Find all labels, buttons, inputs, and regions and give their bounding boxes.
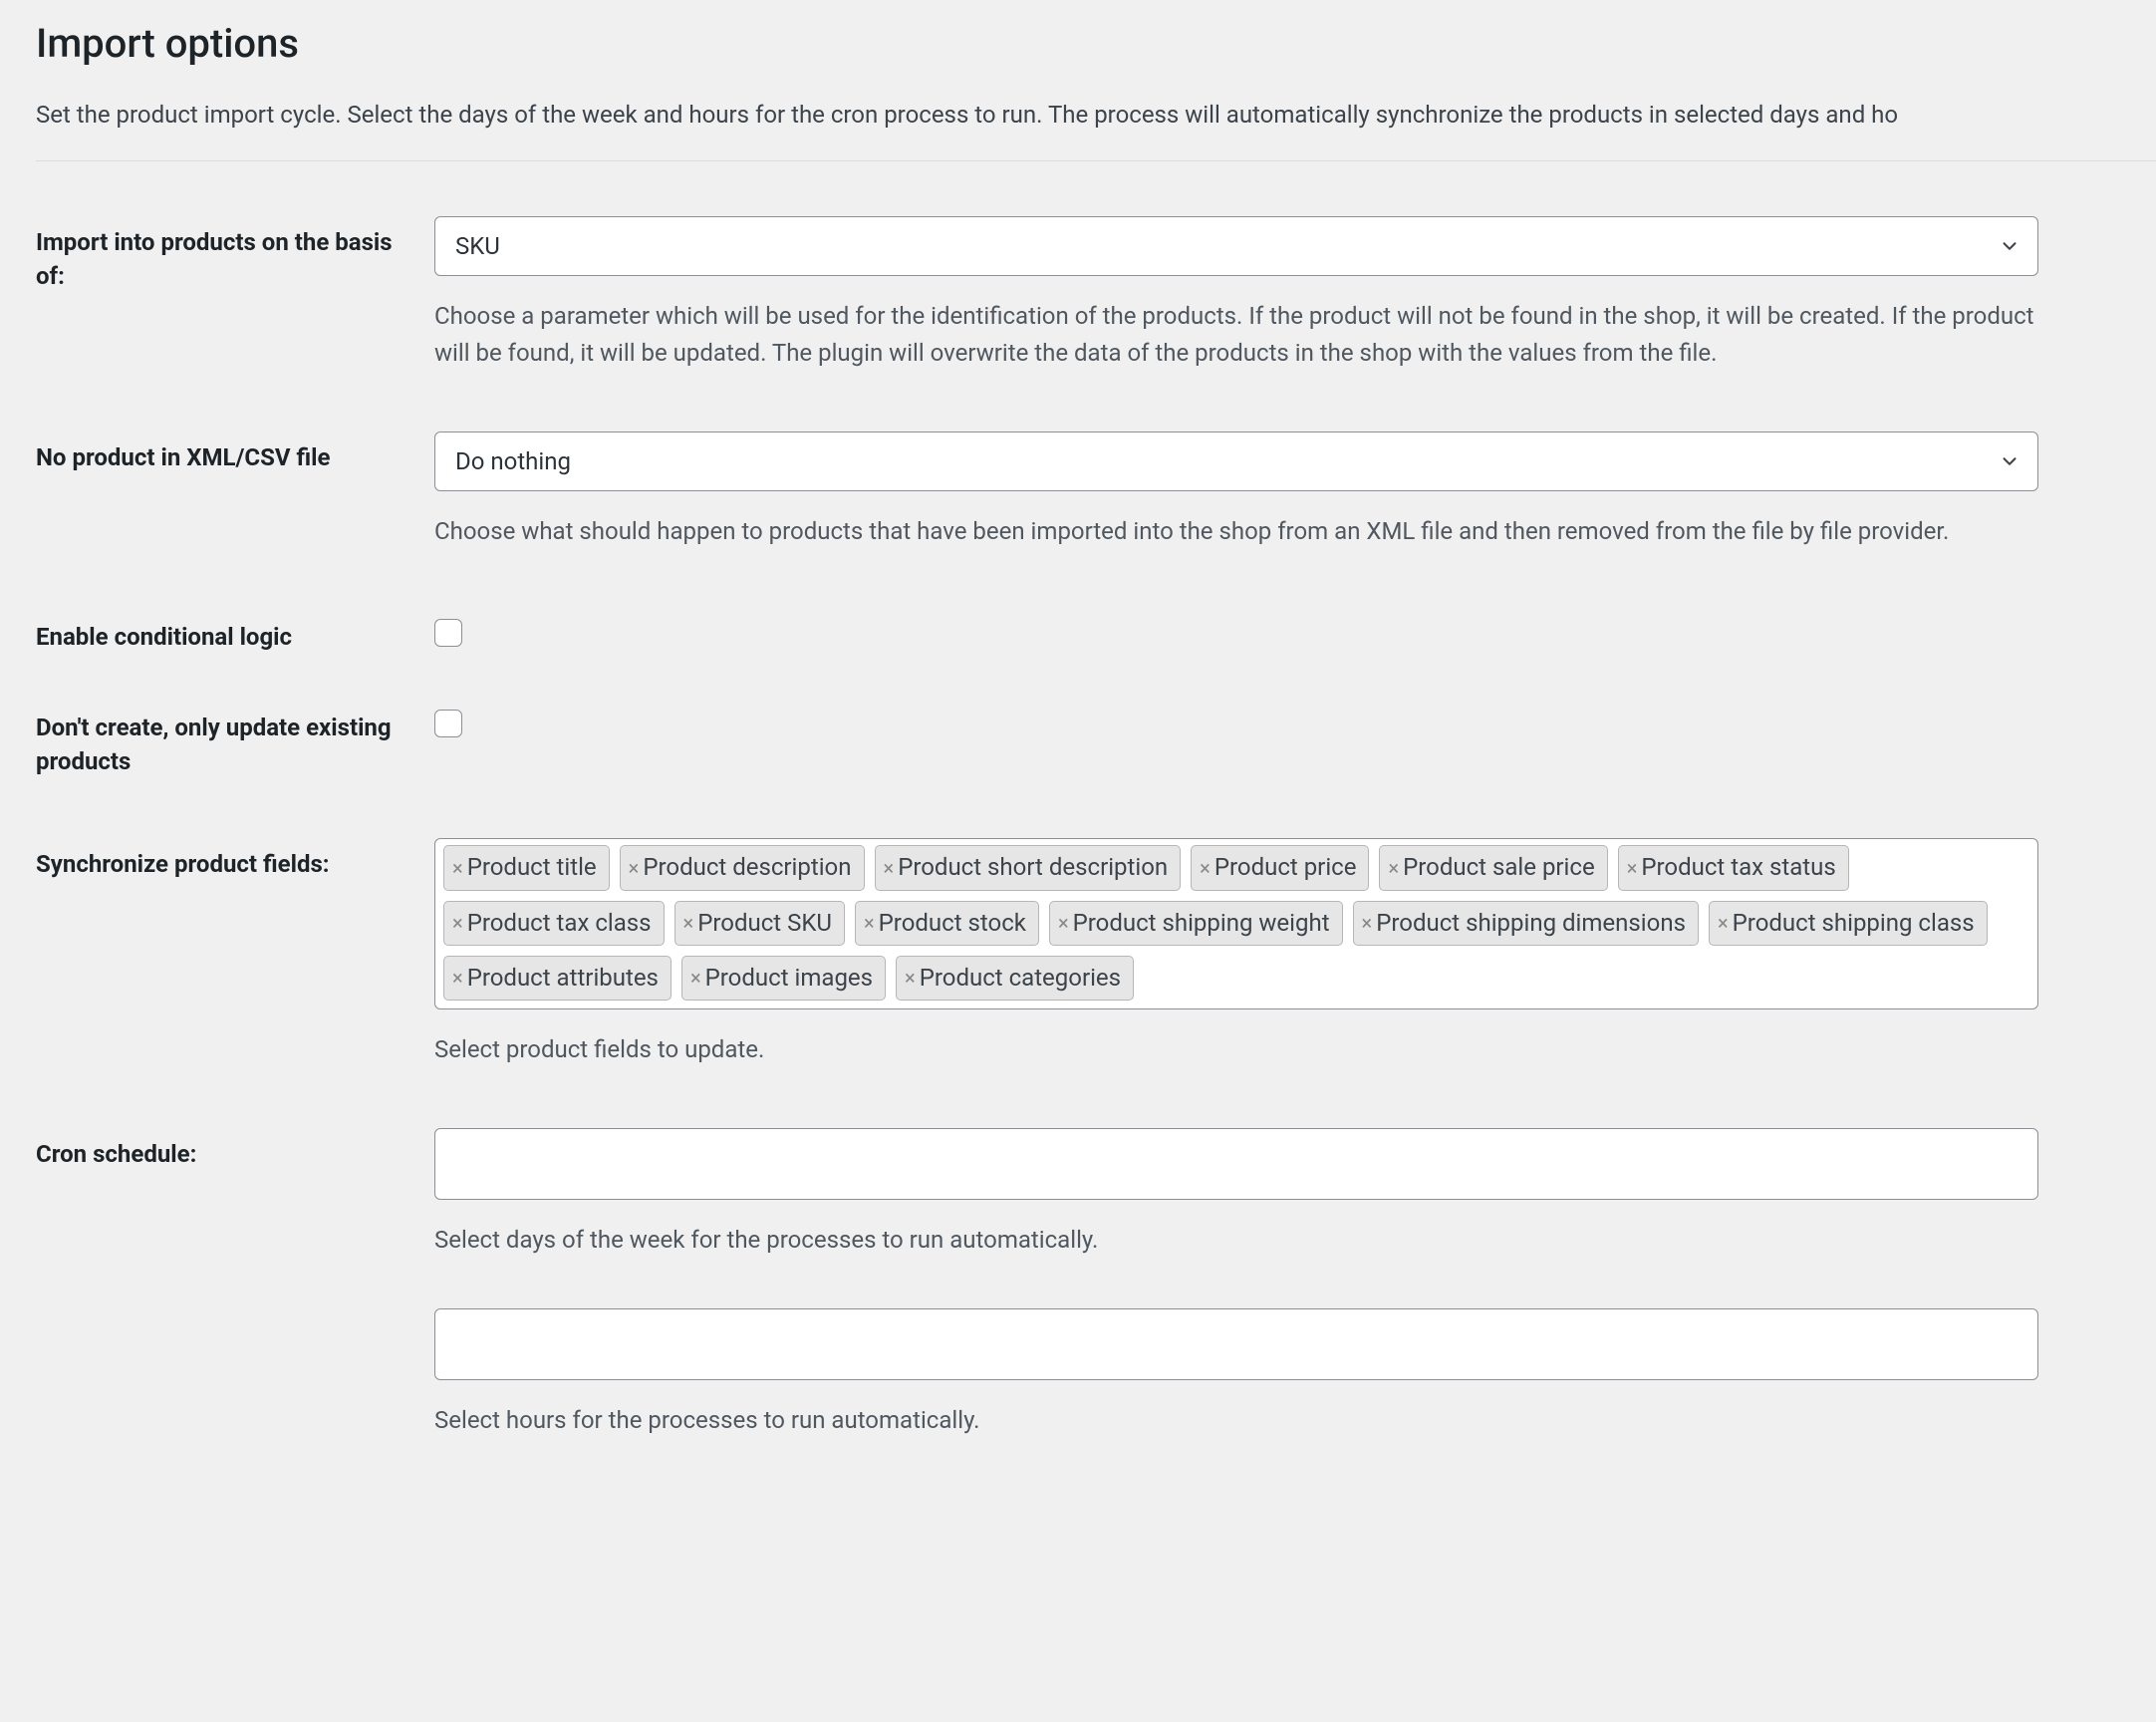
close-icon[interactable]: ×	[452, 968, 463, 988]
tag-item[interactable]: ×Product shipping dimensions	[1353, 901, 1699, 946]
tag-label: Product description	[643, 852, 851, 883]
tag-label: Product sale price	[1403, 852, 1595, 883]
row-cron-days: Cron schedule: Select days of the week f…	[36, 1128, 2156, 1259]
helper-import-basis: Choose a parameter which will be used fo…	[434, 298, 2038, 372]
select-no-product[interactable]: Do nothing	[434, 431, 2038, 491]
row-only-update: Don't create, only update existing produ…	[36, 702, 2156, 778]
close-icon[interactable]: ×	[452, 858, 463, 878]
close-icon[interactable]: ×	[452, 913, 463, 933]
tag-label: Product categories	[920, 963, 1121, 994]
helper-cron-days: Select days of the week for the processe…	[434, 1222, 2038, 1259]
row-import-basis: Import into products on the basis of: SK…	[36, 216, 2156, 372]
helper-no-product: Choose what should happen to products th…	[434, 513, 2038, 550]
checkbox-conditional-logic[interactable]	[434, 619, 462, 647]
tag-label: Product shipping class	[1733, 908, 1975, 939]
close-icon[interactable]: ×	[1627, 858, 1638, 878]
row-sync-fields: Synchronize product fields: ×Product tit…	[36, 838, 2156, 1068]
tag-label: Product SKU	[697, 908, 832, 939]
helper-sync-fields: Select product fields to update.	[434, 1031, 2038, 1068]
tag-item[interactable]: ×Product shipping weight	[1049, 901, 1343, 946]
tag-item[interactable]: ×Product images	[681, 956, 886, 1001]
intro-text: Set the product import cycle. Select the…	[36, 97, 2156, 161]
tag-item[interactable]: ×Product description	[620, 845, 865, 890]
tag-label: Product shipping dimensions	[1376, 908, 1686, 939]
tag-item[interactable]: ×Product SKU	[674, 901, 845, 946]
tag-item[interactable]: ×Product price	[1191, 845, 1369, 890]
tag-item[interactable]: ×Product title	[443, 845, 610, 890]
close-icon[interactable]: ×	[629, 858, 640, 878]
tag-item[interactable]: ×Product categories	[896, 956, 1134, 1001]
label-only-update: Don't create, only update existing produ…	[36, 714, 392, 775]
close-icon[interactable]: ×	[884, 858, 895, 878]
tag-label: Product title	[467, 852, 597, 883]
row-no-product: No product in XML/CSV file Do nothing Ch…	[36, 431, 2156, 550]
label-no-product: No product in XML/CSV file	[36, 443, 330, 471]
label-sync-fields: Synchronize product fields:	[36, 850, 330, 878]
close-icon[interactable]: ×	[1388, 858, 1399, 878]
tag-label: Product shipping weight	[1073, 908, 1330, 939]
page-title: Import options	[36, 20, 2156, 67]
multiselect-sync-fields[interactable]: ×Product title×Product description×Produ…	[434, 838, 2038, 1009]
close-icon[interactable]: ×	[905, 968, 916, 988]
multiselect-cron-days[interactable]	[434, 1128, 2038, 1200]
tag-item[interactable]: ×Product tax status	[1618, 845, 1849, 890]
close-icon[interactable]: ×	[690, 968, 701, 988]
row-conditional-logic: Enable conditional logic	[36, 611, 2156, 655]
close-icon[interactable]: ×	[1718, 913, 1729, 933]
tag-label: Product short description	[898, 852, 1168, 883]
tag-item[interactable]: ×Product attributes	[443, 956, 672, 1001]
checkbox-only-update[interactable]	[434, 710, 462, 737]
label-cron-schedule: Cron schedule:	[36, 1140, 196, 1168]
row-cron-hours: Select hours for the processes to run au…	[36, 1308, 2156, 1439]
close-icon[interactable]: ×	[1200, 858, 1211, 878]
tag-item[interactable]: ×Product short description	[875, 845, 1182, 890]
tag-label: Product price	[1214, 852, 1357, 883]
close-icon[interactable]: ×	[1362, 913, 1373, 933]
select-import-basis[interactable]: SKU	[434, 216, 2038, 276]
tag-item[interactable]: ×Product stock	[855, 901, 1039, 946]
close-icon[interactable]: ×	[1058, 913, 1069, 933]
close-icon[interactable]: ×	[683, 913, 694, 933]
helper-cron-hours: Select hours for the processes to run au…	[434, 1402, 2038, 1439]
import-options-form: Import into products on the basis of: SK…	[36, 216, 2156, 1439]
multiselect-cron-hours[interactable]	[434, 1308, 2038, 1380]
tag-item[interactable]: ×Product tax class	[443, 901, 665, 946]
label-import-basis: Import into products on the basis of:	[36, 228, 393, 290]
tag-label: Product images	[705, 963, 873, 994]
tag-label: Product attributes	[467, 963, 659, 994]
tag-item[interactable]: ×Product shipping class	[1709, 901, 1988, 946]
label-conditional-logic: Enable conditional logic	[36, 623, 292, 651]
tag-label: Product tax class	[467, 908, 652, 939]
tag-item[interactable]: ×Product sale price	[1379, 845, 1607, 890]
close-icon[interactable]: ×	[864, 913, 875, 933]
tag-label: Product tax status	[1641, 852, 1835, 883]
tag-label: Product stock	[879, 908, 1026, 939]
